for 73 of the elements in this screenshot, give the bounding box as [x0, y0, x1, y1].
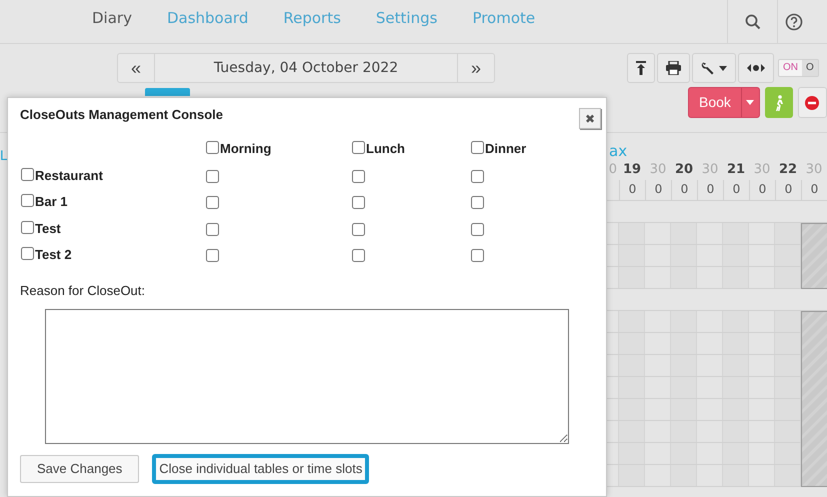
print-button[interactable] — [657, 53, 690, 83]
dialog-title: CloseOuts Management Console — [20, 106, 223, 124]
closeout-checkbox[interactable] — [206, 170, 219, 182]
help-icon[interactable] — [785, 12, 803, 30]
area-checkbox[interactable] — [21, 220, 34, 234]
time-label: 19 — [622, 161, 642, 179]
close-button[interactable]: ✖ — [579, 108, 601, 129]
reason-field[interactable] — [45, 309, 569, 444]
book-button[interactable]: Book — [688, 87, 760, 118]
tools-button[interactable] — [692, 53, 736, 83]
top-button[interactable] — [627, 53, 655, 83]
closeout-checkbox[interactable] — [352, 196, 365, 209]
walking-person-icon — [774, 94, 784, 110]
session-checkbox[interactable] — [206, 141, 219, 154]
caret-icon — [746, 100, 754, 105]
cover-count: 0 — [723, 180, 749, 200]
time-label: 30 — [648, 161, 668, 179]
closeout-checkbox[interactable] — [471, 249, 484, 262]
time-label: 21 — [726, 161, 746, 179]
session-label: Morning — [220, 140, 272, 158]
view-button[interactable] — [738, 53, 774, 83]
time-label: 30 — [804, 161, 824, 179]
time-label: 0 — [608, 161, 618, 179]
closeout-checkbox[interactable] — [471, 222, 484, 236]
column-heading: L — [0, 146, 8, 165]
no-entry-icon — [805, 96, 820, 110]
column-heading: ax — [609, 142, 628, 160]
area-checkbox[interactable] — [21, 194, 34, 207]
caret-icon — [719, 66, 727, 70]
area-label: Test 2 — [35, 246, 72, 264]
time-label: 30 — [752, 161, 772, 179]
session-label: Lunch — [366, 140, 405, 158]
previous-button[interactable]: « — [118, 54, 154, 82]
closeout-checkbox[interactable] — [352, 222, 365, 236]
area-label: Bar 1 — [35, 193, 68, 211]
nav-link[interactable]: Diary — [92, 7, 132, 30]
save-button[interactable]: Save Changes — [20, 455, 140, 483]
next-button[interactable]: » — [458, 54, 494, 82]
time-label: 20 — [674, 161, 694, 179]
session-label: Dinner — [485, 140, 526, 158]
cover-count: 0 — [671, 180, 697, 200]
cover-count: 0 — [749, 180, 775, 200]
cover-count: 0 — [697, 180, 723, 200]
closeout-checkbox[interactable] — [352, 170, 365, 182]
field-label: Reason for CloseOut: — [20, 282, 146, 300]
time-label: 30 — [700, 161, 720, 179]
cover-count: 0 — [801, 180, 827, 200]
area-checkbox[interactable] — [21, 168, 34, 180]
area-label: Restaurant — [35, 166, 103, 184]
cover-count: 0 — [619, 180, 645, 200]
closeout-checkbox[interactable] — [206, 196, 219, 209]
closeout-checkbox[interactable] — [206, 249, 219, 262]
search-icon[interactable] — [744, 14, 760, 30]
closeout-checkbox[interactable] — [471, 170, 484, 182]
toggle-switch[interactable]: ON O — [778, 59, 819, 77]
print-icon — [666, 61, 681, 75]
area-label: Test — [35, 220, 61, 238]
closeout-checkbox[interactable] — [352, 249, 365, 262]
arrow-to-top-icon — [636, 61, 646, 75]
blocked-slot — [801, 222, 827, 288]
session-checkbox[interactable] — [352, 141, 365, 154]
date-label: Tuesday, 04 October 2022 — [154, 54, 458, 82]
cover-count: 0 — [645, 180, 671, 200]
cover-count: 0 — [775, 180, 801, 200]
session-checkbox[interactable] — [471, 141, 484, 154]
block-button[interactable] — [798, 87, 827, 118]
wrench-icon — [701, 61, 715, 75]
area-checkbox[interactable] — [21, 247, 34, 260]
action-button[interactable]: Close individual tables or time slots — [152, 454, 370, 484]
time-label: 22 — [778, 161, 798, 179]
closeout-checkbox[interactable] — [206, 222, 219, 236]
expand-icon — [747, 64, 765, 72]
closeout-checkbox[interactable] — [471, 196, 484, 209]
